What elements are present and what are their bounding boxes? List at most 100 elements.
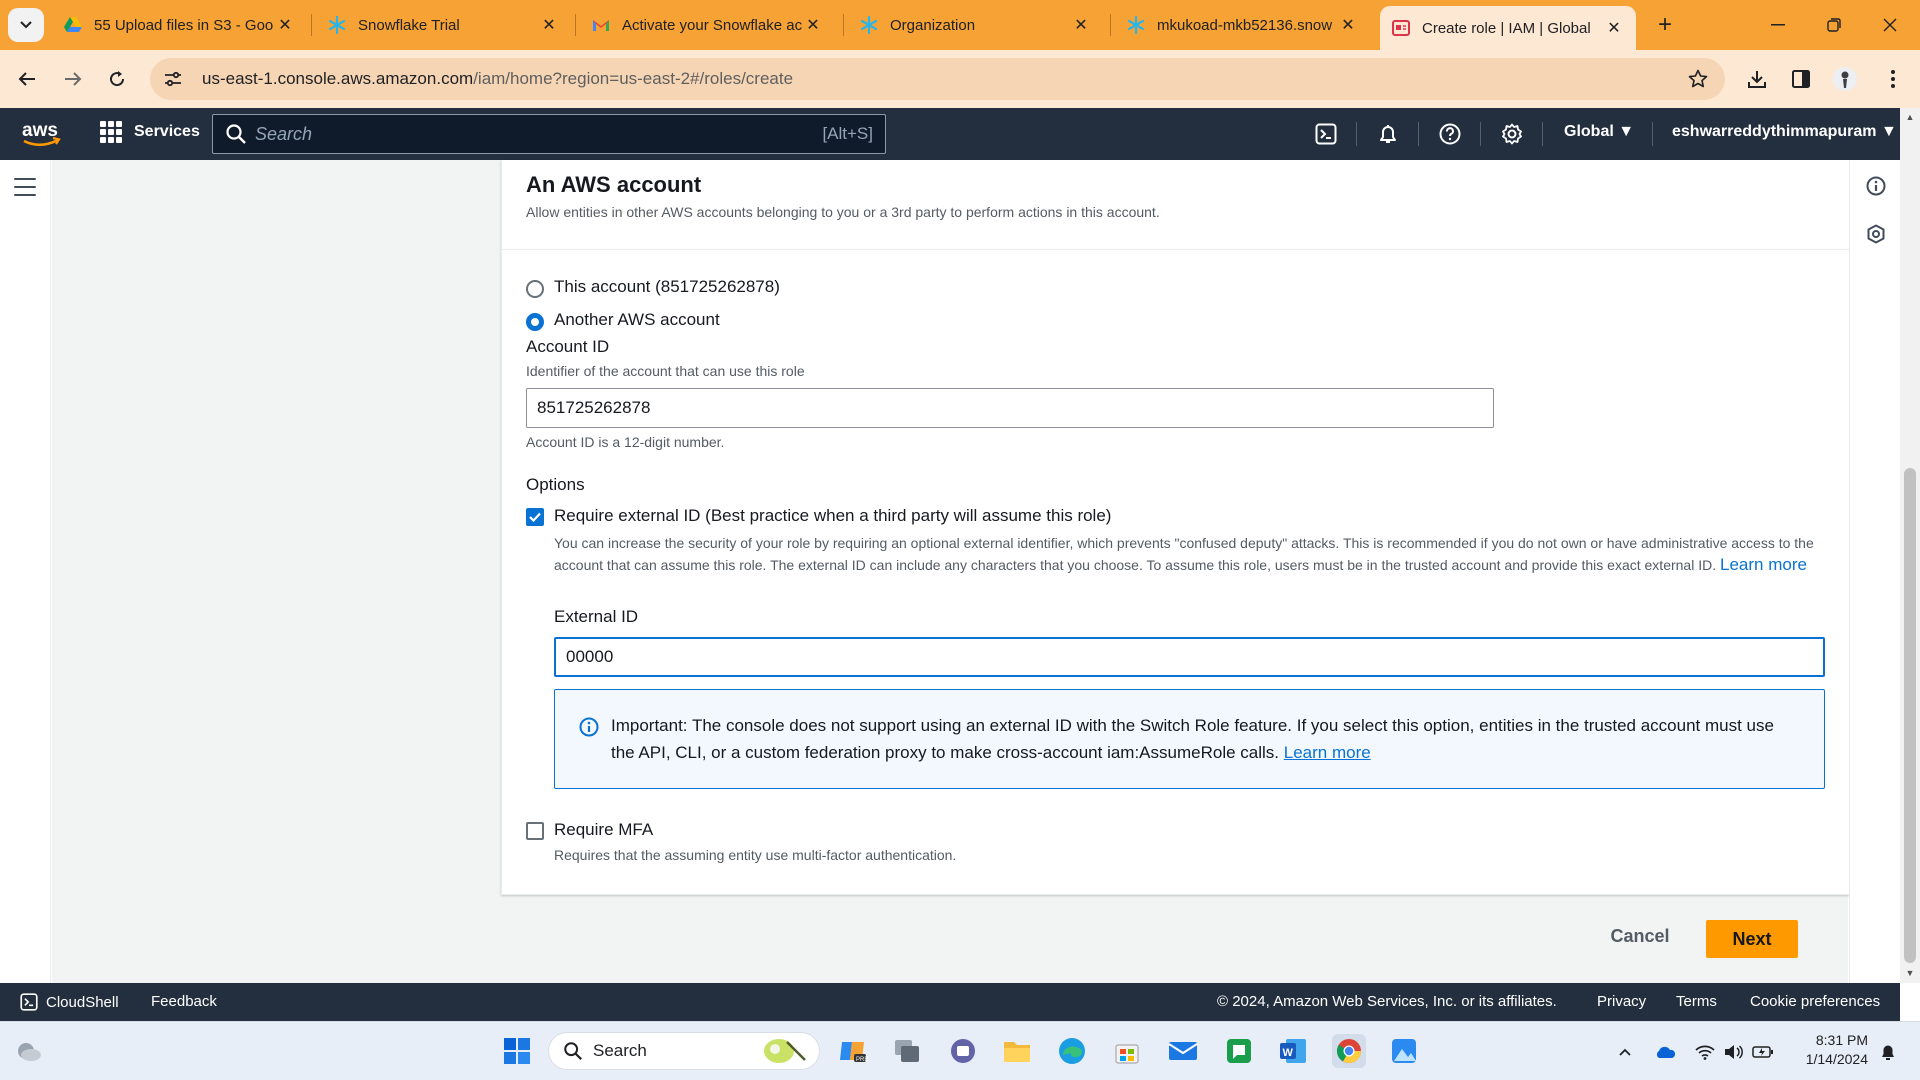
browser-tab-active[interactable]: Create role | IAM | Global ✕	[1380, 6, 1636, 50]
this-account-label[interactable]: This account (851725262878)	[554, 277, 780, 297]
services-menu[interactable]: Services	[100, 121, 200, 143]
cloudshell-label: CloudShell	[46, 993, 119, 1011]
close-icon[interactable]: ✕	[1604, 18, 1624, 38]
notification-bell-icon[interactable]	[1876, 1040, 1900, 1064]
services-label: Services	[134, 123, 200, 140]
reload-button[interactable]	[100, 62, 134, 96]
close-icon[interactable]: ✕	[539, 15, 559, 35]
learn-more-link[interactable]: Learn more	[1720, 555, 1807, 574]
file-explorer-icon[interactable]	[1000, 1034, 1034, 1068]
forward-button[interactable]	[56, 62, 90, 96]
close-icon[interactable]: ✕	[275, 15, 295, 35]
back-button[interactable]	[10, 62, 44, 96]
battery-icon[interactable]	[1751, 1040, 1775, 1064]
whatsapp-icon[interactable]	[1222, 1034, 1256, 1068]
weather-widget-icon[interactable]	[12, 1034, 46, 1068]
teams-chat-icon[interactable]	[946, 1034, 980, 1068]
browser-tab-3[interactable]: Activate your Snowflake ac ✕	[580, 6, 835, 44]
cookie-preferences-link[interactable]: Cookie preferences	[1750, 993, 1880, 1010]
side-panel-button[interactable]	[1784, 62, 1818, 96]
new-tab-button[interactable]: +	[1650, 10, 1680, 40]
browser-tab-1[interactable]: 55 Upload files in S3 - Goo ✕	[52, 6, 307, 44]
require-mfa-label[interactable]: Require MFA	[554, 820, 653, 840]
tab-search-button[interactable]	[8, 8, 44, 42]
restore-button[interactable]	[1812, 8, 1856, 42]
help-button[interactable]	[1438, 122, 1462, 146]
chrome-menu-button[interactable]	[1876, 62, 1910, 96]
taskbar-clock[interactable]: 8:31 PM 1/14/2024	[1790, 1031, 1868, 1069]
site-info-icon[interactable]	[156, 62, 190, 96]
chrome-icon[interactable]	[1332, 1034, 1366, 1068]
address-bar[interactable]: us-east-1.console.aws.amazon.com/iam/hom…	[150, 58, 1725, 100]
region-selector[interactable]: Global ▼	[1564, 123, 1634, 141]
account-id-hint: Account ID is a 12-digit number.	[526, 434, 725, 450]
info-icon	[1866, 176, 1886, 196]
scroll-down-icon[interactable]: ▼	[1904, 968, 1916, 978]
hexagon-icon	[1867, 224, 1885, 244]
browser-tab-2[interactable]: Snowflake Trial ✕	[316, 6, 571, 44]
mail-icon[interactable]	[1166, 1034, 1200, 1068]
download-button[interactable]	[1740, 62, 1774, 96]
close-icon[interactable]: ✕	[1338, 15, 1358, 35]
hamburger-menu-icon[interactable]	[14, 178, 36, 196]
alert-learn-more-link[interactable]: Learn more	[1284, 743, 1371, 762]
google-drive-icon	[64, 16, 82, 34]
edge-browser-icon[interactable]	[1055, 1034, 1089, 1068]
minimize-button[interactable]	[1756, 8, 1800, 42]
cloudshell-button[interactable]	[1314, 122, 1338, 146]
assistant-button[interactable]	[1864, 222, 1888, 246]
scroll-up-icon[interactable]: ▲	[1904, 112, 1916, 122]
another-account-label[interactable]: Another AWS account	[554, 310, 720, 330]
search-placeholder: Search	[255, 123, 313, 144]
aws-iam-icon	[1392, 19, 1410, 37]
external-id-field[interactable]: 00000	[554, 637, 1825, 677]
info-panel-button[interactable]	[1864, 174, 1888, 198]
arrow-right-icon	[65, 72, 82, 86]
show-hidden-icons-chevron-up-icon[interactable]	[1613, 1040, 1637, 1064]
aws-search-input[interactable]: Search [Alt+S]	[212, 114, 886, 154]
word-icon[interactable]: W	[1276, 1034, 1310, 1068]
browser-tab-4[interactable]: Organization ✕	[848, 6, 1103, 44]
aws-footer: CloudShell Feedback © 2024, Amazon Web S…	[0, 983, 1900, 1021]
cancel-button[interactable]: Cancel	[1600, 917, 1680, 955]
account-menu[interactable]: eshwarreddythimmapuram ▼	[1672, 123, 1897, 141]
require-external-id-label[interactable]: Require external ID (Best practice when …	[554, 506, 1111, 526]
photos-app-icon[interactable]	[1387, 1034, 1421, 1068]
copilot-icon[interactable]: PRE	[836, 1034, 870, 1068]
require-mfa-checkbox[interactable]	[526, 822, 544, 840]
task-view-icon[interactable]	[890, 1034, 924, 1068]
close-icon[interactable]: ✕	[1071, 15, 1091, 35]
microsoft-store-icon[interactable]	[1110, 1034, 1144, 1068]
another-account-radio[interactable]	[526, 313, 544, 331]
settings-button[interactable]	[1500, 122, 1524, 146]
notifications-button[interactable]	[1376, 122, 1400, 146]
search-highlight-icon	[764, 1039, 806, 1063]
aws-logo-text: aws	[22, 120, 58, 141]
profile-avatar[interactable]	[1828, 62, 1862, 96]
scrollbar-thumb[interactable]	[1904, 468, 1916, 963]
bookmark-star-icon[interactable]	[1685, 66, 1711, 92]
terms-link[interactable]: Terms	[1676, 993, 1717, 1010]
this-account-radio[interactable]	[526, 280, 544, 298]
terminal-icon	[20, 993, 38, 1011]
next-button[interactable]: Next	[1706, 920, 1798, 958]
volume-icon[interactable]	[1722, 1040, 1746, 1064]
privacy-link[interactable]: Privacy	[1597, 993, 1646, 1010]
aws-logo[interactable]: aws	[20, 118, 64, 150]
feedback-link[interactable]: Feedback	[151, 993, 217, 1010]
account-id-field[interactable]: 851725262878	[526, 388, 1494, 428]
onedrive-icon[interactable]	[1653, 1040, 1677, 1064]
browser-tab-5[interactable]: mkukoad-mkb52136.snow ✕	[1115, 6, 1370, 44]
page-scrollbar[interactable]: ▲ ▼	[1900, 108, 1920, 983]
cloudshell-footer-button[interactable]: CloudShell	[20, 993, 119, 1011]
info-icon	[579, 717, 599, 737]
start-button[interactable]	[500, 1034, 534, 1068]
trusted-entity-card: An AWS account Allow entities in other A…	[501, 160, 1851, 895]
require-external-id-checkbox[interactable]	[526, 508, 544, 526]
download-icon	[1748, 71, 1766, 88]
close-window-button[interactable]	[1868, 8, 1912, 42]
taskbar-search[interactable]: Search	[548, 1032, 820, 1070]
close-icon[interactable]: ✕	[803, 15, 823, 35]
wifi-icon[interactable]	[1693, 1040, 1717, 1064]
reload-icon	[110, 71, 125, 87]
